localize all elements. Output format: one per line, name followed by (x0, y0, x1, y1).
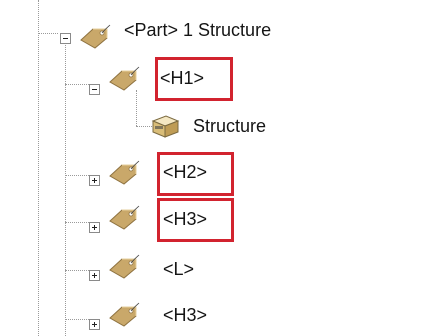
tag-icon (109, 302, 140, 327)
tag-icon (109, 205, 140, 230)
tag-icon (109, 254, 140, 279)
expand-toggle-h3-second[interactable] (89, 319, 100, 330)
tree-item-label-h2[interactable]: <H2> (163, 161, 207, 183)
tree-connector-h2 (65, 175, 89, 176)
tree-guide-line-h1 (136, 90, 137, 126)
tags-tree-panel: <Part> 1 Structure <H1> Structure <H2> <… (0, 0, 421, 336)
tree-item-label-structure[interactable]: Structure (193, 115, 266, 137)
tree-connector-h1 (65, 84, 89, 85)
collapse-toggle-root[interactable] (60, 33, 71, 44)
tree-connector-h3b (65, 319, 89, 320)
tree-connector-h3 (65, 222, 89, 223)
expand-toggle-h3[interactable] (89, 222, 100, 233)
tree-connector-l (65, 270, 89, 271)
tree-connector-root (38, 33, 58, 34)
tree-guide-line-outer (38, 0, 39, 336)
expand-toggle-l[interactable] (89, 270, 100, 281)
structure-box-icon (151, 115, 180, 138)
tag-icon (109, 160, 140, 185)
tree-item-label-h1[interactable]: <H1> (160, 67, 204, 89)
tree-item-label-l[interactable]: <L> (163, 258, 194, 280)
tag-icon (109, 66, 140, 91)
tree-item-label-h3[interactable]: <H3> (163, 208, 207, 230)
tag-icon (80, 24, 111, 49)
expand-toggle-h2[interactable] (89, 175, 100, 186)
tree-item-label-h3-second[interactable]: <H3> (163, 304, 207, 326)
collapse-toggle-h1[interactable] (89, 84, 100, 95)
tree-item-label-root[interactable]: <Part> 1 Structure (124, 19, 271, 41)
